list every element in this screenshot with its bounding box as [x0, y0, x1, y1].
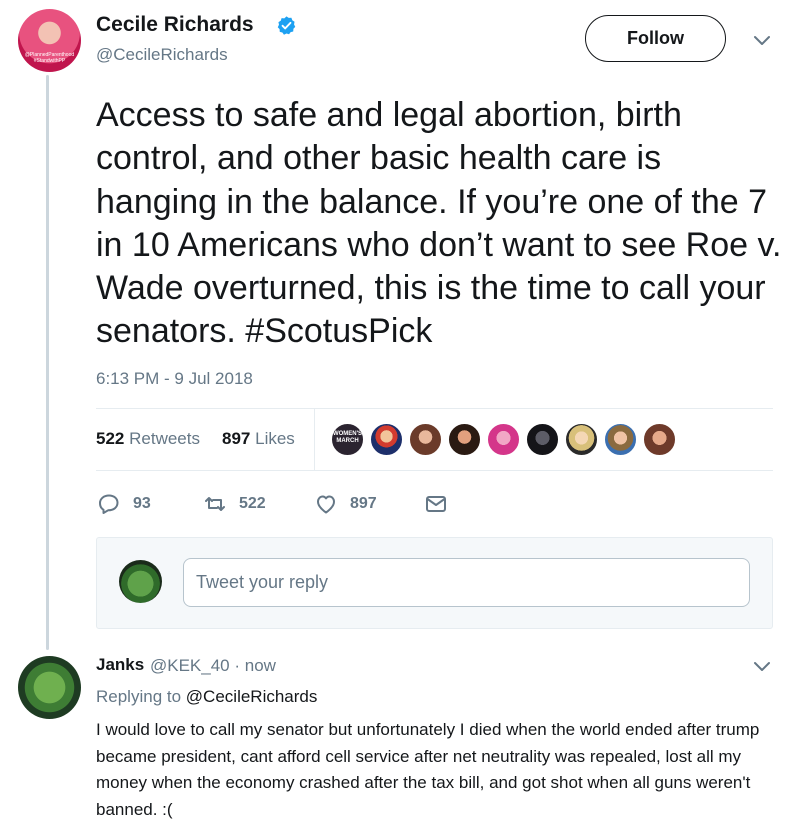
- like-action[interactable]: 897: [314, 492, 377, 516]
- retweet-action[interactable]: 522: [203, 492, 266, 516]
- liker-avatar[interactable]: [370, 423, 403, 456]
- liker-avatar[interactable]: WOMEN'S MARCH: [331, 423, 364, 456]
- retweets-count: 522: [96, 429, 125, 448]
- reply-author-name[interactable]: Janks: [96, 655, 144, 675]
- like-count: 897: [350, 495, 377, 512]
- liker-avatar[interactable]: [565, 423, 598, 456]
- reply-author-handle[interactable]: @KEK_40: [150, 656, 230, 675]
- replying-to-line: Replying to @CecileRichards: [96, 687, 317, 707]
- author-avatar[interactable]: @PlannedParenthood #StandwithPP: [18, 9, 81, 72]
- direct-message-action[interactable]: [424, 492, 448, 516]
- reply-icon: [99, 494, 119, 514]
- chevron-down-icon[interactable]: [752, 660, 772, 674]
- stats-divider-vertical: [314, 408, 315, 470]
- liker-avatar[interactable]: [604, 423, 637, 456]
- reply-author-meta: @KEK_40 · now: [150, 656, 276, 675]
- retweets-label: Retweets: [129, 429, 200, 448]
- reply-count: 93: [133, 495, 151, 512]
- retweets-stat[interactable]: 522 Retweets: [96, 429, 200, 449]
- reply-time[interactable]: now: [245, 656, 276, 675]
- replying-to-label: Replying to: [96, 687, 182, 706]
- tweet-text: Access to safe and legal abortion, birth…: [96, 96, 782, 351]
- current-user-avatar: [119, 560, 162, 603]
- follow-button[interactable]: Follow: [585, 15, 726, 62]
- chevron-down-icon[interactable]: [752, 34, 772, 48]
- liker-badge-text: WOMEN'S MARCH: [332, 431, 363, 444]
- replying-to-handle[interactable]: @CecileRichards: [186, 687, 318, 706]
- avatar-caption: @PlannedParenthood #StandwithPP: [24, 52, 75, 64]
- thread-connector-line: [46, 75, 49, 650]
- author-handle[interactable]: @CecileRichards: [96, 45, 228, 65]
- author-name[interactable]: Cecile Richards: [96, 13, 254, 37]
- stats-divider-bottom: [96, 470, 773, 471]
- verified-badge-icon: [277, 16, 296, 35]
- likes-count: 897: [222, 429, 251, 448]
- retweet-count: 522: [239, 495, 266, 512]
- likes-stat[interactable]: 897 Likes: [222, 429, 295, 449]
- liker-avatar[interactable]: [643, 423, 676, 456]
- reply-input[interactable]: [183, 558, 750, 607]
- reply-action[interactable]: 93: [97, 492, 151, 516]
- liker-avatar[interactable]: [409, 423, 442, 456]
- liker-avatar[interactable]: [526, 423, 559, 456]
- stats-divider-top: [96, 408, 773, 409]
- reply-author-avatar[interactable]: [18, 656, 81, 719]
- liker-avatar[interactable]: [487, 423, 520, 456]
- heart-icon: [317, 495, 335, 514]
- reply-text: I would love to call my senator but unfo…: [96, 720, 760, 819]
- liker-avatar[interactable]: [448, 423, 481, 456]
- likes-label: Likes: [255, 429, 295, 448]
- tweet-timestamp[interactable]: 6:13 PM - 9 Jul 2018: [96, 369, 253, 389]
- envelope-icon: [426, 496, 446, 512]
- retweet-icon: [205, 497, 225, 511]
